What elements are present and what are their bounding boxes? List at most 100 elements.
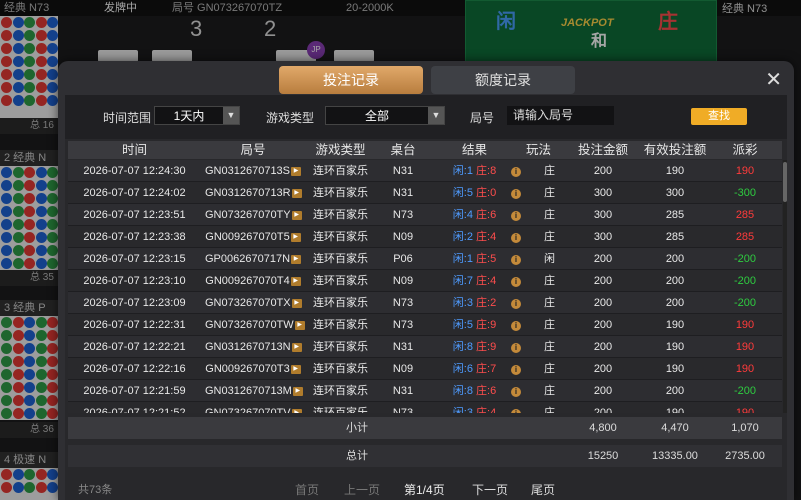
row-info[interactable]: i — [506, 204, 526, 226]
row-payout: -200 — [733, 275, 757, 287]
total-valid: 13335.00 — [652, 450, 698, 462]
row-bet: 200 — [593, 319, 613, 331]
row-round[interactable]: GN009267070T4 ▶ — [205, 270, 301, 292]
row-game: 连环百家乐 — [313, 275, 368, 287]
result-player: 闲:3 — [452, 297, 473, 309]
row-game: 连环百家乐 — [313, 297, 368, 309]
info-icon[interactable]: i — [511, 343, 521, 353]
play-video-icon[interactable]: ▶ — [291, 188, 302, 198]
row-payout: -300 — [733, 187, 757, 199]
play-video-icon[interactable]: ▶ — [291, 298, 302, 308]
row-round[interactable]: GN0312670713R ▶ — [205, 182, 302, 204]
info-icon[interactable]: i — [511, 167, 521, 177]
row-payout: 190 — [735, 341, 755, 353]
play-video-icon[interactable]: ▶ — [292, 386, 303, 396]
result-player: 闲:4 — [452, 209, 473, 221]
row-info[interactable]: i — [506, 248, 526, 270]
row-info[interactable]: i — [506, 358, 526, 380]
row-round-id: GN073267070TX — [205, 297, 291, 309]
col-time: 时间 — [121, 143, 147, 157]
result-player: 闲:7 — [452, 275, 473, 287]
close-icon[interactable]: ✕ — [765, 67, 782, 92]
info-icon[interactable]: i — [511, 365, 521, 375]
info-icon[interactable]: i — [511, 277, 521, 287]
row-time: 2026-07-07 12:21:59 — [83, 385, 186, 397]
row-info[interactable]: i — [506, 402, 526, 413]
row-round[interactable]: GN073267070TX ▶ — [205, 292, 302, 314]
scrollbar-thumb[interactable] — [783, 162, 787, 202]
row-round[interactable]: GN0312670713N ▶ — [205, 336, 302, 358]
next-page-link[interactable]: 下一页 — [472, 481, 508, 498]
table-header: 时间 局号 游戏类型 桌台 结果 玩法 投注金额 有效投注额 派彩 — [68, 141, 782, 159]
play-video-icon[interactable]: ▶ — [290, 276, 301, 286]
total-payout: 2735.00 — [725, 450, 765, 462]
info-icon[interactable]: i — [511, 409, 521, 413]
time-range-value: 1天内 — [173, 109, 205, 123]
row-result: 闲:8 庄:9 — [442, 336, 507, 358]
row-round[interactable]: GN0312670713S ▶ — [205, 160, 302, 182]
first-page-link[interactable]: 首页 — [295, 481, 319, 498]
search-button[interactable]: 查找 — [691, 108, 747, 125]
result-banker: 庄:4 — [476, 407, 497, 413]
play-video-icon[interactable]: ▶ — [291, 342, 302, 352]
row-play: 闲 — [544, 253, 555, 265]
row-bet: 200 — [593, 385, 613, 397]
time-range-select[interactable]: 1天内 ▼ — [154, 106, 240, 125]
play-video-icon[interactable]: ▶ — [291, 408, 302, 413]
row-info[interactable]: i — [506, 270, 526, 292]
prev-page-link[interactable]: 上一页 — [344, 481, 380, 498]
play-video-icon[interactable]: ▶ — [291, 166, 302, 176]
time-range-label: 时间范围 — [103, 111, 152, 125]
info-icon[interactable]: i — [511, 321, 521, 331]
row-bet: 200 — [593, 165, 613, 177]
play-video-icon[interactable]: ▶ — [290, 364, 301, 374]
row-time: 2026-07-07 12:23:15 — [83, 253, 186, 265]
info-icon[interactable]: i — [511, 387, 521, 397]
tab-bet-records[interactable]: 投注记录 — [279, 66, 423, 94]
filter-bar: 时间范围 1天内 ▼ 游戏类型 全部 ▼ 局号 请输入局号 查找 — [65, 95, 787, 139]
row-info[interactable]: i — [506, 226, 526, 248]
row-info[interactable]: i — [506, 160, 526, 182]
tab-credit-records[interactable]: 额度记录 — [431, 66, 575, 94]
info-icon[interactable]: i — [511, 233, 521, 243]
row-round[interactable]: GN0312670713M ▶ — [205, 380, 303, 402]
row-bet: 200 — [593, 253, 613, 265]
row-table: N73 — [392, 297, 414, 309]
row-round[interactable]: GN073267070TV ▶ — [205, 402, 302, 413]
row-info[interactable]: i — [506, 292, 526, 314]
row-table: N31 — [392, 385, 414, 397]
row-payout: 285 — [735, 209, 755, 221]
result-player: 闲:6 — [452, 363, 473, 375]
table-scrollbar[interactable] — [783, 160, 787, 413]
play-video-icon[interactable]: ▶ — [290, 232, 301, 242]
row-game: 连环百家乐 — [313, 231, 368, 243]
row-result: 闲:4 庄:6 — [442, 204, 507, 226]
row-game: 连环百家乐 — [313, 319, 368, 331]
row-info[interactable]: i — [506, 314, 526, 336]
row-info[interactable]: i — [506, 182, 526, 204]
info-icon[interactable]: i — [511, 255, 521, 265]
row-round[interactable]: GN073267070TY ▶ — [205, 204, 302, 226]
info-icon[interactable]: i — [511, 211, 521, 221]
table-row: 2026-07-07 12:23:15 GP0062670717N ▶ 连环百家乐 P0… — [68, 248, 782, 270]
game-type-select[interactable]: 全部 ▼ — [325, 106, 445, 125]
row-round[interactable]: GN009267070T5 ▶ — [205, 226, 301, 248]
info-icon[interactable]: i — [511, 189, 521, 199]
result-banker: 庄:9 — [476, 319, 497, 331]
play-video-icon[interactable]: ▶ — [291, 254, 302, 264]
last-page-link[interactable]: 尾页 — [531, 481, 555, 498]
row-round[interactable]: GP0062670717N ▶ — [205, 248, 302, 270]
round-input[interactable]: 请输入局号 — [507, 106, 614, 125]
row-info[interactable]: i — [506, 336, 526, 358]
table-row: 2026-07-07 12:21:59 GN0312670713M ▶ 连环百家乐 N3… — [68, 380, 782, 402]
result-player: 闲:1 — [452, 253, 473, 265]
result-banker: 庄:9 — [476, 341, 497, 353]
row-round[interactable]: GN073267070TW ▶ — [205, 314, 305, 336]
info-icon[interactable]: i — [511, 299, 521, 309]
play-video-icon[interactable]: ▶ — [291, 210, 302, 220]
round-label: 局号 — [470, 111, 495, 125]
play-video-icon[interactable]: ▶ — [294, 320, 305, 330]
row-table: N09 — [392, 363, 414, 375]
row-info[interactable]: i — [506, 380, 526, 402]
row-round[interactable]: GN009267070T3 ▶ — [205, 358, 301, 380]
